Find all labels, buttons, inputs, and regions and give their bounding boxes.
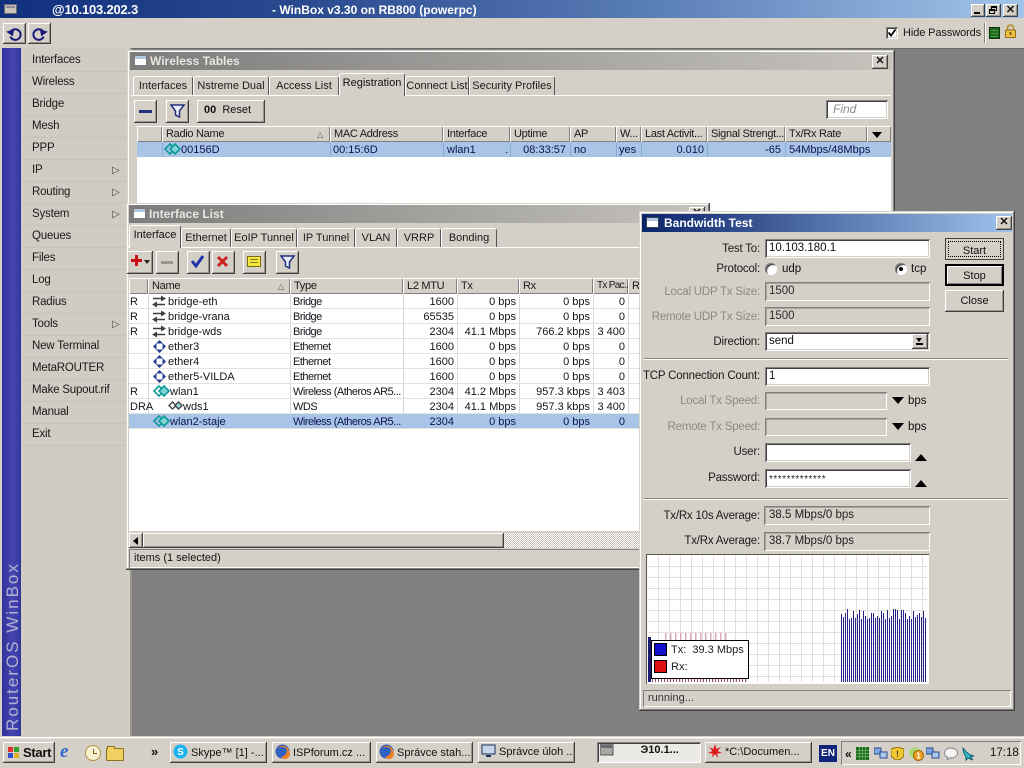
svg-text:1: 1 [916,752,921,761]
svg-text:!: ! [896,749,899,759]
svg-text:S: S [177,747,184,758]
